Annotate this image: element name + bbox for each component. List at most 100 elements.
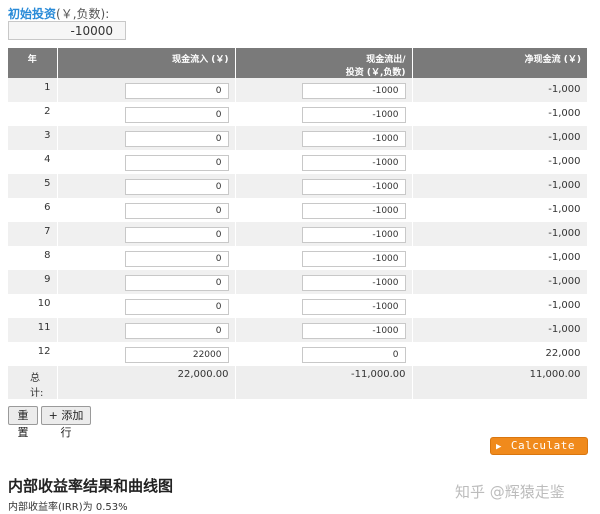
table-row: 12 22,000 bbox=[8, 342, 588, 366]
outflow-input[interactable] bbox=[301, 83, 406, 99]
row-year: 6 bbox=[8, 198, 58, 222]
table-row: 1 -1,000 bbox=[8, 78, 588, 102]
inflow-input[interactable] bbox=[124, 107, 229, 123]
row-year: 11 bbox=[8, 318, 58, 342]
inflow-cell bbox=[57, 102, 236, 126]
net-cash-flow: -1,000 bbox=[412, 150, 588, 174]
outflow-input[interactable] bbox=[301, 131, 406, 147]
table-header-row: 年 现金流入 (￥) 现金流出/投资 (￥,负数) 净现金流 (￥) bbox=[8, 48, 587, 78]
inflow-cell bbox=[57, 246, 236, 270]
outflow-input[interactable] bbox=[301, 227, 406, 243]
totals-label: 总计: bbox=[8, 366, 58, 399]
total-inflow: 22,000.00 bbox=[57, 366, 236, 399]
initial-investment-note: (￥,负数): bbox=[56, 7, 110, 21]
table-row: 7 -1,000 bbox=[8, 222, 588, 246]
table-row: 5 -1,000 bbox=[8, 174, 588, 198]
net-cash-flow: -1,000 bbox=[412, 222, 588, 246]
inflow-cell bbox=[57, 342, 236, 366]
net-cash-flow: -1,000 bbox=[412, 294, 588, 318]
outflow-input[interactable] bbox=[301, 155, 406, 171]
outflow-input[interactable] bbox=[301, 299, 406, 315]
outflow-cell bbox=[235, 318, 413, 342]
header-net: 净现金流 (￥) bbox=[412, 48, 587, 78]
result-section-title: 内部收益率结果和曲线图 bbox=[8, 477, 174, 495]
inflow-input[interactable] bbox=[124, 275, 229, 291]
inflow-input[interactable] bbox=[124, 83, 229, 99]
outflow-cell bbox=[235, 78, 413, 102]
header-outflow-line1: 现金流出/ bbox=[366, 55, 406, 65]
inflow-cell bbox=[57, 294, 236, 318]
outflow-cell bbox=[235, 174, 413, 198]
total-net: 11,000.00 bbox=[412, 366, 588, 399]
inflow-input[interactable] bbox=[124, 131, 229, 147]
inflow-input[interactable] bbox=[124, 179, 229, 195]
add-row-button[interactable]: + 添加行 bbox=[41, 406, 91, 439]
outflow-cell bbox=[235, 102, 413, 126]
row-year: 7 bbox=[8, 222, 58, 246]
irr-result-text: 内部收益率(IRR)为 0.53% bbox=[8, 502, 128, 513]
outflow-cell bbox=[235, 150, 413, 174]
row-year: 3 bbox=[8, 126, 58, 150]
header-inflow: 现金流入 (￥) bbox=[57, 48, 236, 78]
table-row: 6 -1,000 bbox=[8, 198, 588, 222]
row-year: 8 bbox=[8, 246, 58, 270]
inflow-input[interactable] bbox=[124, 203, 229, 219]
inflow-cell bbox=[57, 150, 236, 174]
cash-flow-table: 年 现金流入 (￥) 现金流出/投资 (￥,负数) 净现金流 (￥) 1 -1,0… bbox=[8, 48, 588, 399]
row-year: 12 bbox=[8, 342, 58, 366]
row-year: 2 bbox=[8, 102, 58, 126]
outflow-input[interactable] bbox=[301, 107, 406, 123]
net-cash-flow: 22,000 bbox=[412, 342, 588, 366]
total-outflow: -11,000.00 bbox=[235, 366, 413, 399]
inflow-cell bbox=[57, 174, 236, 198]
initial-investment-label: 初始投资(￥,负数): bbox=[8, 5, 109, 22]
outflow-cell bbox=[235, 222, 413, 246]
net-cash-flow: -1,000 bbox=[412, 318, 588, 342]
row-year: 9 bbox=[8, 270, 58, 294]
outflow-input[interactable] bbox=[301, 179, 406, 195]
table-row: 11 -1,000 bbox=[8, 318, 588, 342]
outflow-input[interactable] bbox=[301, 203, 406, 219]
net-cash-flow: -1,000 bbox=[412, 102, 588, 126]
totals-row: 总计: 22,000.00 -11,000.00 11,000.00 bbox=[8, 366, 588, 399]
outflow-input[interactable] bbox=[301, 275, 406, 291]
inflow-input[interactable] bbox=[124, 323, 229, 339]
watermark: 知乎 @辉猿走鉴 bbox=[455, 483, 565, 501]
outflow-cell bbox=[235, 342, 413, 366]
inflow-input[interactable] bbox=[124, 227, 229, 243]
outflow-cell bbox=[235, 198, 413, 222]
table-row: 10 -1,000 bbox=[8, 294, 588, 318]
inflow-cell bbox=[57, 318, 236, 342]
net-cash-flow: -1,000 bbox=[412, 78, 588, 102]
net-cash-flow: -1,000 bbox=[412, 174, 588, 198]
inflow-cell bbox=[57, 270, 236, 294]
outflow-cell bbox=[235, 126, 413, 150]
net-cash-flow: -1,000 bbox=[412, 126, 588, 150]
header-outflow-line2: 投资 (￥,负数) bbox=[345, 68, 406, 78]
inflow-input[interactable] bbox=[124, 155, 229, 171]
inflow-input[interactable] bbox=[124, 251, 229, 267]
inflow-input[interactable] bbox=[124, 299, 229, 315]
row-year: 5 bbox=[8, 174, 58, 198]
net-cash-flow: -1,000 bbox=[412, 270, 588, 294]
calculate-button[interactable]: ▶ Calculate bbox=[490, 437, 588, 455]
header-year: 年 bbox=[8, 48, 58, 78]
row-year: 4 bbox=[8, 150, 58, 174]
reset-button[interactable]: 重置 bbox=[8, 406, 38, 439]
outflow-input[interactable] bbox=[301, 323, 406, 339]
table-row: 9 -1,000 bbox=[8, 270, 588, 294]
row-year: 1 bbox=[8, 78, 58, 102]
inflow-cell bbox=[57, 198, 236, 222]
initial-investment-link[interactable]: 初始投资 bbox=[8, 7, 56, 21]
table-row: 4 -1,000 bbox=[8, 150, 588, 174]
initial-investment-input[interactable] bbox=[8, 21, 126, 40]
inflow-cell bbox=[57, 126, 236, 150]
table-row: 8 -1,000 bbox=[8, 246, 588, 270]
inflow-input[interactable] bbox=[124, 347, 229, 363]
calculate-label: Calculate bbox=[510, 439, 576, 452]
inflow-cell bbox=[57, 222, 236, 246]
table-row: 3 -1,000 bbox=[8, 126, 588, 150]
row-year: 10 bbox=[8, 294, 58, 318]
outflow-input[interactable] bbox=[301, 251, 406, 267]
outflow-input[interactable] bbox=[301, 347, 406, 363]
